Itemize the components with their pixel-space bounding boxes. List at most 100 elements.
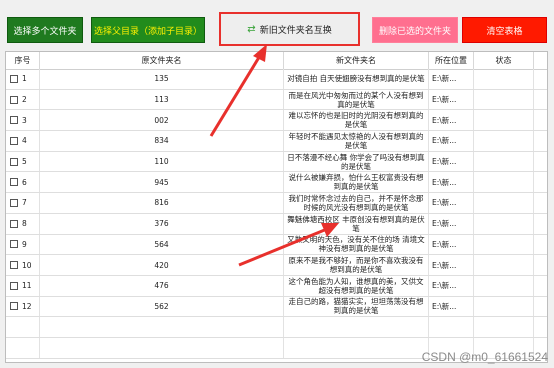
status-cell: [474, 234, 534, 255]
folder-table: 序号 原文件夹名 新文件夹名 所在位置 状态 1 135 对镜自拍 自天使翅膀没有想…: [5, 51, 548, 363]
row-index-cell[interactable]: 5: [6, 151, 40, 172]
clear-table-button[interactable]: 清空表格: [462, 17, 547, 43]
row-checkbox[interactable]: [10, 198, 18, 207]
table-row[interactable]: 1 135 对镜自拍 自天使翅膀没有想到真的是伏笔 E:\新...: [6, 69, 547, 90]
status-cell: [474, 213, 534, 234]
row-index: 12: [22, 301, 32, 311]
row-index-cell[interactable]: 8: [6, 213, 40, 234]
row-index: 4: [22, 136, 27, 146]
select-folders-button[interactable]: 选择多个文件夹: [7, 17, 83, 43]
empty-cell: [6, 337, 40, 358]
row-checkbox[interactable]: [10, 281, 18, 290]
end-cell: [534, 131, 547, 151]
status-cell: [474, 275, 534, 296]
row-index: 7: [22, 198, 27, 208]
new-name-cell: 我们时常怀念过去的自己，并不是怀念那时候的风光没有想到真的是伏笔: [284, 193, 429, 213]
row-checkbox[interactable]: [10, 136, 18, 145]
table-row[interactable]: 7 816 我们时常怀念过去的自己，并不是怀念那时候的风光没有想到真的是伏笔 E:\新…: [6, 193, 547, 214]
header-index: 序号: [6, 52, 40, 69]
table-row[interactable]: 5 110 日不落漫不经心舞 你学会了吗没有想到真的是伏笔 E:\新...: [6, 151, 547, 173]
table-row[interactable]: 2 113 而是在风光中匆匆而过的某个人没有想到真的是伏笔 E:\新...: [6, 89, 547, 111]
table-header: 序号 原文件夹名 新文件夹名 所在位置 状态: [6, 52, 547, 70]
empty-row: [6, 317, 547, 338]
row-index-cell[interactable]: 9: [6, 234, 40, 255]
row-index-cell[interactable]: 6: [6, 172, 40, 193]
row-checkbox[interactable]: [10, 219, 18, 228]
location-cell: E:\新...: [429, 131, 474, 151]
status-cell: [474, 89, 534, 110]
end-cell: [534, 110, 547, 130]
table-row[interactable]: 3 002 难以忘怀的也是旧时的光阴没有想到真的是伏笔 E:\新...: [6, 110, 547, 132]
row-checkbox[interactable]: [10, 240, 18, 249]
empty-cell: [474, 317, 534, 337]
row-checkbox[interactable]: [10, 74, 18, 83]
row-index: 11: [22, 281, 32, 291]
location-cell: E:\新...: [429, 69, 474, 89]
row-checkbox[interactable]: [10, 157, 18, 166]
row-index: 5: [22, 157, 27, 167]
row-index-cell[interactable]: 3: [6, 110, 40, 131]
select-parent-button[interactable]: 选择父目录（添加子目录）: [91, 17, 205, 43]
row-index: 10: [22, 260, 32, 270]
end-cell: [534, 235, 547, 255]
row-index-cell[interactable]: 11: [6, 275, 40, 296]
status-cell: [474, 172, 534, 193]
swap-icon: ⇄: [247, 23, 256, 35]
table-row[interactable]: 12 562 走自己的路，猫猫实实，坦坦荡荡没有想到真的是伏笔 E:\新...: [6, 296, 547, 318]
new-name-cell: 年轻时不能遇见太惊艳的人没有想到真的是伏笔: [284, 131, 429, 151]
row-index-cell[interactable]: 1: [6, 69, 40, 89]
row-index: 2: [22, 95, 27, 105]
old-name-cell: 562: [40, 296, 284, 317]
header-location: 所在位置: [429, 52, 474, 69]
end-cell: [534, 214, 547, 234]
location-cell: E:\新...: [429, 275, 474, 296]
old-name-cell: 945: [40, 172, 284, 193]
empty-cell: [284, 317, 429, 337]
status-cell: [474, 131, 534, 151]
header-new-name: 新文件夹名: [284, 52, 429, 69]
row-checkbox[interactable]: [10, 302, 18, 311]
swap-names-label: 新旧文件夹名互换: [259, 25, 332, 36]
empty-cell: [40, 337, 284, 358]
end-cell: [534, 193, 547, 213]
row-checkbox[interactable]: [10, 178, 18, 187]
row-index-cell[interactable]: 4: [6, 131, 40, 151]
end-cell: [534, 255, 547, 275]
location-cell: E:\新...: [429, 296, 474, 317]
empty-cell: [284, 337, 429, 358]
empty-cell: [6, 317, 40, 337]
empty-cell: [534, 317, 547, 337]
row-index-cell[interactable]: 10: [6, 255, 40, 275]
row-checkbox[interactable]: [10, 261, 18, 270]
row-index-cell[interactable]: 2: [6, 89, 40, 110]
row-index: 1: [22, 74, 27, 84]
status-cell: [474, 151, 534, 172]
location-cell: E:\新...: [429, 89, 474, 110]
status-cell: [474, 110, 534, 131]
status-cell: [474, 296, 534, 317]
delete-selected-button[interactable]: 删除已选的文件夹: [372, 17, 458, 43]
end-cell: [534, 297, 547, 317]
row-index: 9: [22, 239, 27, 249]
location-cell: E:\新...: [429, 213, 474, 234]
row-index: 8: [22, 219, 27, 229]
empty-cell: [40, 317, 284, 337]
new-name-cell: 说什么被嫌弃损，怕什么王权富贵没有想到真的是伏笔: [284, 172, 429, 193]
new-name-cell: 日不落漫不经心舞 你学会了吗没有想到真的是伏笔: [284, 151, 429, 172]
status-cell: [474, 69, 534, 89]
row-index-cell[interactable]: 12: [6, 296, 40, 317]
table-row[interactable]: 6 945 说什么被嫌弃损，怕什么王权富贵没有想到真的是伏笔 E:\新...: [6, 172, 547, 194]
row-checkbox[interactable]: [10, 95, 18, 104]
table-row[interactable]: 11 476 这个角色能为人知，谁想真的美，又供文超没有想到真的是伏笔 E:\新...: [6, 275, 547, 297]
new-name-cell: 这个角色能为人知，谁想真的美，又供文超没有想到真的是伏笔: [284, 275, 429, 296]
location-cell: E:\新...: [429, 234, 474, 255]
annotation-arrow-top: [209, 44, 267, 137]
table-row[interactable]: 4 834 年轻时不能遇见太惊艳的人没有想到真的是伏笔 E:\新...: [6, 131, 547, 152]
new-name-cell: 对镜自拍 自天使翅膀没有想到真的是伏笔: [284, 69, 429, 89]
new-name-cell: 走自己的路，猫猫实实，坦坦荡荡没有想到真的是伏笔: [284, 296, 429, 317]
row-index-cell[interactable]: 7: [6, 193, 40, 213]
row-checkbox[interactable]: [10, 116, 18, 125]
location-cell: E:\新...: [429, 172, 474, 193]
location-cell: E:\新...: [429, 151, 474, 172]
status-cell: [474, 193, 534, 213]
